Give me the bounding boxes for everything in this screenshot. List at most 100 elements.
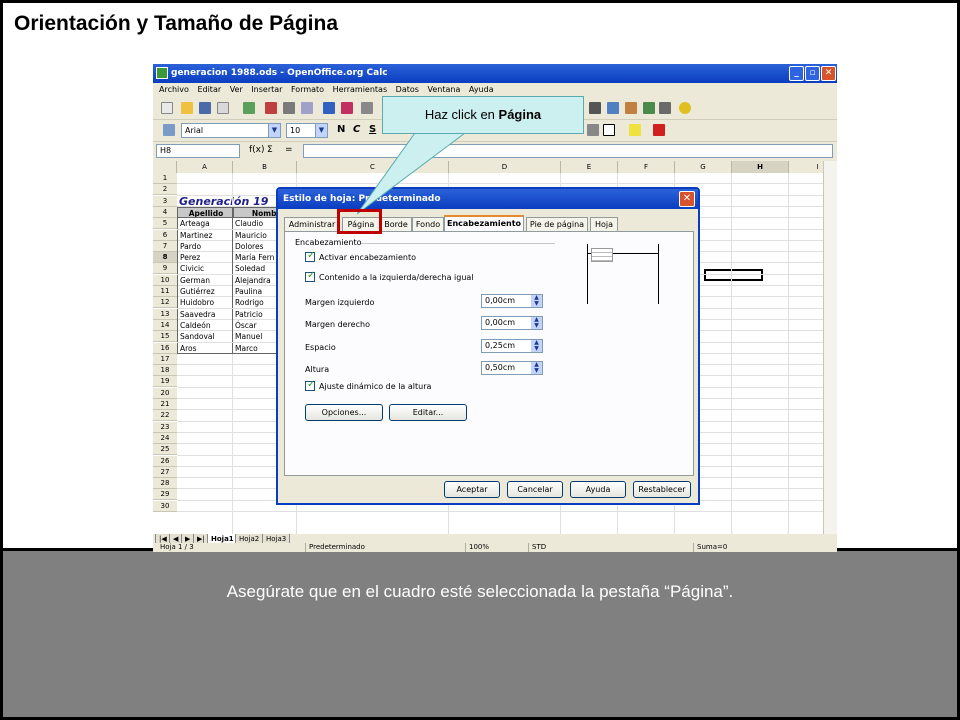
row-header-25[interactable]: 25: [153, 444, 177, 456]
maximize-button[interactable]: ▫: [805, 66, 820, 81]
row-header-8[interactable]: 8: [153, 252, 177, 264]
row-header-30[interactable]: 30: [153, 500, 177, 512]
styles-icon[interactable]: [163, 124, 175, 136]
status-zoom[interactable]: 100%: [465, 543, 489, 552]
sum-icon[interactable]: Σ: [267, 145, 273, 155]
row-header-20[interactable]: 20: [153, 387, 177, 399]
name-box[interactable]: H8: [156, 144, 240, 158]
row-header-12[interactable]: 12: [153, 297, 177, 309]
new-document-icon[interactable]: [161, 102, 173, 114]
row-header-9[interactable]: 9: [153, 263, 177, 275]
menu-insertar[interactable]: Insertar: [251, 83, 282, 97]
chart-icon[interactable]: [659, 102, 671, 114]
last-name-cell[interactable]: German: [177, 274, 233, 286]
row-header-27[interactable]: 27: [153, 466, 177, 478]
last-name-cell[interactable]: Huidobro: [177, 297, 233, 309]
tab-administrar[interactable]: Administrar: [284, 217, 340, 232]
last-name-cell[interactable]: Perez: [177, 252, 233, 264]
row-header-13[interactable]: 13: [153, 308, 177, 320]
right-margin-field[interactable]: 0,00cm ▲ ▼: [481, 316, 543, 330]
row-header-15[interactable]: 15: [153, 331, 177, 343]
row-header-11[interactable]: 11: [153, 286, 177, 297]
autospell-icon[interactable]: [341, 102, 353, 114]
font-name-combo[interactable]: Arial ▼: [181, 123, 281, 138]
menu-editar[interactable]: Editar: [197, 83, 221, 97]
row-header-24[interactable]: 24: [153, 432, 177, 444]
last-name-cell[interactable]: Caldeón: [177, 319, 233, 331]
spin-arrows-icon[interactable]: ▲ ▼: [531, 362, 542, 374]
row-header-23[interactable]: 23: [153, 421, 177, 433]
left-margin-field[interactable]: 0,00cm ▲ ▼: [481, 294, 543, 308]
help-button[interactable]: Ayuda: [570, 481, 626, 498]
autofit-height-checkbox[interactable]: [305, 379, 315, 391]
last-name-cell[interactable]: Pardo: [177, 240, 233, 252]
menu-formato[interactable]: Formato: [291, 83, 324, 97]
zoom-icon[interactable]: [643, 102, 655, 114]
ok-button[interactable]: Aceptar: [444, 481, 500, 498]
height-field[interactable]: 0,50cm ▲ ▼: [481, 361, 543, 375]
reset-button[interactable]: Restablecer: [633, 481, 691, 498]
vertical-scrollbar[interactable]: [823, 161, 837, 534]
last-name-cell[interactable]: Aros: [177, 342, 233, 354]
menu-ayuda[interactable]: Ayuda: [469, 83, 494, 97]
column-header-b[interactable]: B: [233, 161, 297, 173]
cancel-button[interactable]: Cancelar: [507, 481, 563, 498]
corner-select-all[interactable]: [153, 161, 177, 173]
column-header-a[interactable]: A: [177, 161, 233, 173]
same-content-checkbox[interactable]: [305, 270, 315, 282]
close-icon[interactable]: ✕: [679, 191, 695, 207]
column-header-f[interactable]: F: [618, 161, 675, 173]
borders-icon[interactable]: [603, 124, 615, 136]
spacing-field[interactable]: 0,25cm ▲ ▼: [481, 339, 543, 353]
help-icon[interactable]: [679, 102, 691, 114]
row-header-4[interactable]: 4: [153, 206, 177, 218]
row-header-1[interactable]: 1: [153, 173, 177, 184]
last-name-cell[interactable]: Gutiérrez: [177, 286, 233, 297]
datasource-icon[interactable]: [625, 102, 637, 114]
row-header-19[interactable]: 19: [153, 376, 177, 388]
row-header-26[interactable]: 26: [153, 455, 177, 467]
status-mode[interactable]: STD: [528, 543, 546, 552]
row-header-2[interactable]: 2: [153, 184, 177, 196]
row-header-22[interactable]: 22: [153, 410, 177, 422]
function-wizard-icon[interactable]: f(x): [249, 145, 265, 155]
gallery-icon[interactable]: [607, 102, 619, 114]
function-equals-icon[interactable]: =: [285, 145, 293, 155]
background-color-icon[interactable]: [629, 124, 641, 136]
last-name-cell[interactable]: Sandoval: [177, 331, 233, 343]
active-cell-cursor[interactable]: [704, 269, 763, 281]
row-header-3[interactable]: 3: [153, 195, 177, 207]
table-header-cell[interactable]: Apellido: [177, 206, 233, 218]
row-header-18[interactable]: 18: [153, 365, 177, 377]
edit-button[interactable]: Editar...: [389, 404, 467, 421]
row-header-10[interactable]: 10: [153, 274, 177, 286]
font-size-combo[interactable]: 10 ▼: [286, 123, 328, 138]
save-icon[interactable]: [199, 102, 211, 114]
last-name-cell[interactable]: Martinez: [177, 229, 233, 241]
last-name-cell[interactable]: Saavedra: [177, 308, 233, 320]
spellcheck-icon[interactable]: [323, 102, 335, 114]
export-pdf-icon[interactable]: [265, 102, 277, 114]
last-name-cell[interactable]: Civicic: [177, 263, 233, 275]
font-color-icon[interactable]: [653, 124, 665, 136]
bold-button[interactable]: N: [337, 124, 345, 135]
row-header-7[interactable]: 7: [153, 240, 177, 252]
options-button[interactable]: Opciones...: [305, 404, 383, 421]
spin-arrows-icon[interactable]: ▲ ▼: [531, 295, 542, 307]
row-header-17[interactable]: 17: [153, 353, 177, 365]
column-header-h[interactable]: H: [732, 161, 789, 173]
row-header-6[interactable]: 6: [153, 229, 177, 241]
close-window-button[interactable]: ✕: [821, 66, 836, 81]
menu-herramientas[interactable]: Herramientas: [333, 83, 388, 97]
menu-archivo[interactable]: Archivo: [159, 83, 189, 97]
column-header-g[interactable]: G: [675, 161, 732, 173]
minimize-button[interactable]: _: [789, 66, 804, 81]
last-name-cell[interactable]: Arteaga: [177, 218, 233, 230]
menu-ver[interactable]: Ver: [230, 83, 243, 97]
open-folder-icon[interactable]: [181, 102, 193, 114]
chevron-down-icon[interactable]: ▼: [315, 124, 327, 137]
row-header-14[interactable]: 14: [153, 319, 177, 331]
row-header-16[interactable]: 16: [153, 342, 177, 354]
menu-ventana[interactable]: Ventana: [427, 83, 460, 97]
print-preview-icon[interactable]: [301, 102, 313, 114]
